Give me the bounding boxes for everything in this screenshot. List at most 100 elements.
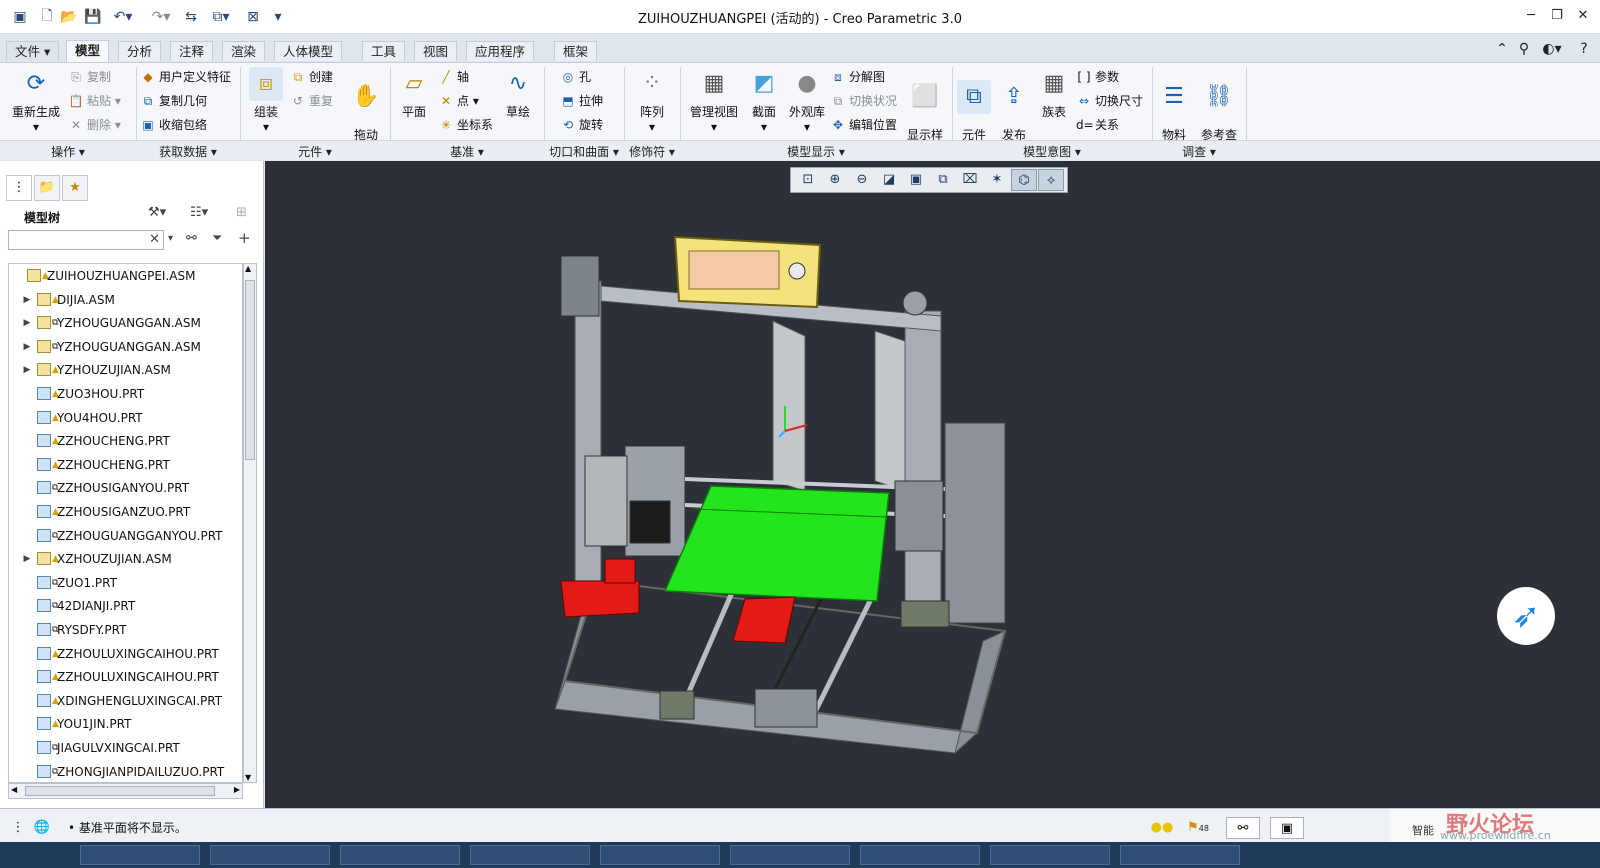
tab-analysis[interactable]: 分析 [118,41,162,61]
csys-button[interactable]: ✳ 坐标系 [438,115,493,135]
tree-show-icon[interactable]: ☷▾ [190,205,208,220]
taskbar-item[interactable] [730,845,850,865]
taskbar-item[interactable] [990,845,1110,865]
plane-button[interactable]: ▱ 平面 [396,67,432,120]
expand-arrow-icon[interactable]: ▶ [21,288,33,312]
edit-position-button[interactable]: ✥ 编辑位置 [830,115,897,135]
tree-node[interactable]: ▶ ▲ YZHOUZUJIAN.ASM [9,358,242,382]
group-model-display[interactable]: 模型显示 ▾ [680,143,952,160]
group-get-data[interactable]: 获取数据 ▾ [136,143,240,160]
toggle-state-button[interactable]: ⧉ 切换状况 [830,91,897,111]
add-icon[interactable]: + [238,229,251,247]
scroll-up-icon[interactable]: ▲ [245,264,251,273]
tree-search-input[interactable]: ✕ [8,230,164,250]
red-z-bracket[interactable] [560,580,640,618]
point-button[interactable]: ✕ 点 ▾ [438,91,479,111]
paste-button[interactable]: 📋 粘贴 ▾ [68,91,121,111]
right-frame-rail[interactable] [954,630,1006,755]
taskbar-item[interactable] [80,845,200,865]
lights-icon[interactable]: ●● [1148,817,1176,839]
zoom-in-icon[interactable]: ⊕ [822,169,848,191]
tree-vertical-scroll-thumb[interactable] [245,280,255,460]
tree-node[interactable]: ▶ ▲ DIJIA.ASM [9,288,242,312]
tree-node[interactable]: ⧉ ZZHOUSIGANYOU.PRT [9,476,242,500]
find-binoculars-icon[interactable]: ⚯ [186,231,197,246]
tree-horizontal-scroll-thumb[interactable] [25,786,215,796]
tree-node[interactable]: ▲ ZZHOUCHENG.PRT [9,453,242,477]
tab-file[interactable]: 文件 ▾ [6,41,60,61]
z-motor-left[interactable] [560,255,600,317]
print-bed[interactable] [663,485,890,602]
clear-search-icon[interactable]: ✕ [149,231,160,249]
sketch-button[interactable]: ∿ 草绘 [500,67,536,120]
tree-node[interactable]: ▲ YOU4HOU.PRT [9,406,242,430]
tree-node[interactable]: ▲ ZZHOUSIGANZUO.PRT [9,500,242,524]
belt-idler[interactable] [754,688,818,728]
find-icon[interactable]: ⚯ [1226,817,1260,839]
group-datum[interactable]: 基准 ▾ [390,143,544,160]
taskbar-item[interactable] [600,845,720,865]
graphics-viewport[interactable]: ⊡ ⊕ ⊖ ◪ ▣ ⧉ ⌧ ✶ ⌬ ⟡ ➶ [265,161,1600,808]
tree-node[interactable]: ▶ ⧉ YZHOUGUANGGAN.ASM [9,335,242,359]
browser-toggle-icon[interactable]: 🌐 [32,817,52,839]
assemble-button[interactable]: ⧈ 组装 ▾ [246,67,286,134]
tree-node[interactable]: ▲ ZZHOULUXINGCAIHOU.PRT [9,665,242,689]
expand-arrow-icon[interactable]: ▶ [21,358,33,382]
community-icon[interactable]: ◐▾ [1537,40,1567,58]
z-motor-right[interactable] [894,480,944,552]
revolve-button[interactable]: ⟲ 旋转 [560,115,603,135]
tree-node[interactable]: ▲ ZZHOULUXINGCAIHOU.PRT [9,642,242,666]
regenerate-button[interactable]: ⟳ 重新生成 ▾ [8,67,64,134]
restore-button[interactable]: ❐ [1546,6,1568,26]
saved-orientations-icon[interactable]: ⧉ [930,169,956,191]
tree-node[interactable]: ▲ YOU1JIN.PRT [9,712,242,736]
tree-node[interactable]: ▶ ▲ XZHOUZUJIAN.ASM [9,547,242,571]
family-table-button[interactable]: ▦ 族表 [1036,67,1072,120]
axis-button[interactable]: ╱ 轴 [438,67,469,87]
taskbar-item[interactable] [470,845,590,865]
refit-icon[interactable]: ⊡ [795,169,821,191]
folder-browser-tab-icon[interactable]: 📁 [34,175,60,201]
tab-view[interactable]: 视图 [414,41,458,61]
expand-arrow-icon[interactable]: ▶ [21,547,33,571]
tree-node[interactable]: ⧉ 42DIANJI.PRT [9,594,242,618]
hotend-fan[interactable] [629,500,671,544]
relations-button[interactable]: d=关系 [1076,115,1119,135]
help-icon[interactable]: ? [1575,40,1593,58]
lcd-knob[interactable] [788,262,806,280]
power-supply[interactable] [944,422,1006,624]
expand-arrow-icon[interactable]: ▶ [21,335,33,359]
tab-applications[interactable]: 应用程序 [466,41,535,61]
scroll-left-icon[interactable]: ◀ [11,785,17,794]
view-manager-icon[interactable]: ⌧ [957,169,983,191]
floating-assistant-icon[interactable]: ➶ [1497,587,1555,645]
expand-arrow-icon[interactable]: ▶ [21,311,33,335]
shrinkwrap-button[interactable]: ▣ 收缩包络 [140,115,207,135]
group-operations[interactable]: 操作 ▾ [0,143,136,160]
display-style-icon[interactable]: ▣ [903,169,929,191]
repeat-button[interactable]: ↺ 重复 [290,91,333,111]
tree-settings-icon[interactable]: ⚒▾ [148,205,166,220]
rod-holder-left[interactable] [659,690,695,720]
manage-views-button[interactable]: ▦ 管理视图 ▾ [688,67,740,134]
scroll-down-icon[interactable]: ▼ [245,773,251,782]
tree-node[interactable]: ⧉ ZZHOUGUANGGANYOU.PRT [9,524,242,548]
create-button[interactable]: ⧉ 创建 [290,67,333,87]
right-z-post[interactable] [904,310,942,622]
extrude-button[interactable]: ⬒ 拉伸 [560,91,603,111]
section-button[interactable]: ◩ 截面 ▾ [746,67,782,134]
group-cut-surface[interactable]: 切口和曲面 ▾ [544,143,624,160]
copy-button[interactable]: ⎘ 复制 [68,67,111,87]
left-z-post[interactable] [574,280,602,612]
taskbar-item[interactable] [1120,845,1240,865]
tree-vertical-scrollbar[interactable]: ▲ ▼ [243,263,257,783]
tree-node[interactable]: ⧉ JIAGULVXINGCAI.PRT [9,736,242,760]
tree-node[interactable]: ▶ ⧉ YZHOUGUANGGAN.ASM [9,311,242,335]
zoom-out-icon[interactable]: ⊖ [849,169,875,191]
message-flag-icon[interactable]: ⚑48 [1184,817,1212,839]
hole-button[interactable]: ◎ 孔 [560,67,591,87]
tab-tools[interactable]: 工具 [362,41,406,61]
delete-button[interactable]: ✕ 删除 ▾ [68,115,121,135]
datum-display-icon[interactable]: ✶ [984,169,1010,191]
tree-node[interactable]: ▲ ZUIHOUZHUANGPEI.ASM [9,264,242,288]
